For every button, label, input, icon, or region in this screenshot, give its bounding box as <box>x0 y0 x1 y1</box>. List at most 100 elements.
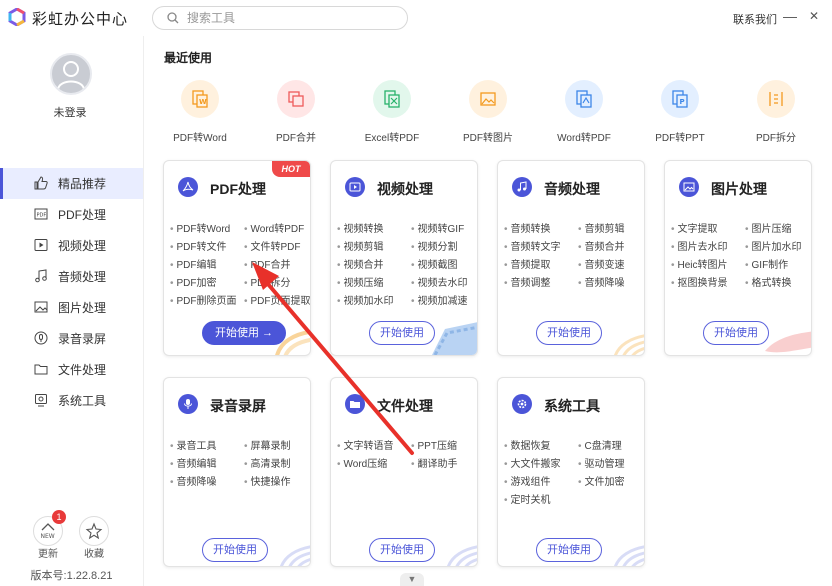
feature-game-components[interactable]: 游戏组件 <box>504 473 551 488</box>
feature-translate-assistant[interactable]: 翻译助手 <box>411 455 458 470</box>
feature-audio-clip[interactable]: 音频剪辑 <box>578 220 625 235</box>
sidebar-item-image[interactable]: 图片处理 <box>0 292 143 323</box>
recent-pdf-merge[interactable]: PDF合并 <box>248 80 344 144</box>
feature-image-remove-watermark[interactable]: 图片去水印 <box>671 238 728 253</box>
image-icon <box>679 177 699 197</box>
feature-record-tool[interactable]: 录音工具 <box>170 437 217 452</box>
feature-video-clip[interactable]: 视频剪辑 <box>337 238 384 253</box>
recent-word-to-pdf[interactable]: Word转PDF <box>536 80 632 144</box>
card-video[interactable]: 视频处理 视频转换 视频转GIF 视频剪辑 视频分割 视频合并 视频截图 视频压… <box>330 160 478 356</box>
search-box[interactable] <box>152 6 408 30</box>
feature-pdf-encrypt[interactable]: PDF加密 <box>170 274 217 289</box>
feature-audio-adjust[interactable]: 音频调整 <box>504 274 551 289</box>
sidebar-item-file[interactable]: 文件处理 <box>0 354 143 385</box>
feature-video-screenshot[interactable]: 视频截图 <box>411 256 458 271</box>
feature-heic-to-image[interactable]: Heic转图片 <box>671 256 728 271</box>
feature-pdf-split[interactable]: PDF拆分 <box>244 274 291 289</box>
feature-video-add-watermark[interactable]: 视频加水印 <box>337 292 394 307</box>
sidebar-item-audio[interactable]: 音频处理 <box>0 261 143 292</box>
feature-gif-make[interactable]: GIF制作 <box>745 256 789 271</box>
pdf-split-icon <box>757 80 795 118</box>
feature-pdf-edit[interactable]: PDF编辑 <box>170 256 217 271</box>
feature-data-recovery[interactable]: 数据恢复 <box>504 437 551 452</box>
feature-pdf-to-file[interactable]: PDF转文件 <box>170 238 227 253</box>
feature-file-to-pdf[interactable]: 文件转PDF <box>244 238 301 253</box>
system-start-button[interactable]: 开始使用 <box>536 538 602 562</box>
avatar[interactable] <box>50 53 92 95</box>
feature-file-encrypt[interactable]: 文件加密 <box>578 473 625 488</box>
favorite-button[interactable] <box>79 516 109 546</box>
feature-pdf-delete-page[interactable]: PDF删除页面 <box>170 292 237 307</box>
feature-audio-extract[interactable]: 音频提取 <box>504 256 551 271</box>
record-start-button[interactable]: 开始使用 <box>202 538 268 562</box>
feature-audio-edit[interactable]: 音频编辑 <box>170 455 217 470</box>
feature-cutout-background[interactable]: 抠图换背景 <box>671 274 728 289</box>
feature-word-to-pdf[interactable]: Word转PDF <box>244 220 305 235</box>
feature-scheduled-shutdown[interactable]: 定时关机 <box>504 491 551 506</box>
feature-video-compress[interactable]: 视频压缩 <box>337 274 384 289</box>
sidebar-item-pdf[interactable]: PDF PDF处理 <box>0 199 143 230</box>
feature-image-compress[interactable]: 图片压缩 <box>745 220 792 235</box>
monitor-icon <box>35 394 47 407</box>
thumbs-up-icon <box>34 176 48 190</box>
feature-audio-merge[interactable]: 音频合并 <box>578 238 625 253</box>
feature-text-extract[interactable]: 文字提取 <box>671 220 718 235</box>
sidebar-item-video[interactable]: 视频处理 <box>0 230 143 261</box>
feature-audio-denoise[interactable]: 音频降噪 <box>170 473 217 488</box>
feature-c-drive-clean[interactable]: C盘清理 <box>578 437 622 452</box>
recent-pdf-to-word[interactable]: W PDF转Word <box>152 80 248 144</box>
close-button[interactable]: ✕ <box>806 8 822 24</box>
feature-format-convert[interactable]: 格式转换 <box>745 274 792 289</box>
feature-driver-manage[interactable]: 驱动管理 <box>578 455 625 470</box>
feature-pdf-to-word[interactable]: PDF转Word <box>170 220 231 235</box>
feature-shortcut[interactable]: 快捷操作 <box>244 473 291 488</box>
feature-video-to-gif[interactable]: 视频转GIF <box>411 220 465 235</box>
feature-video-split[interactable]: 视频分割 <box>411 238 458 253</box>
feature-text-to-speech[interactable]: 文字转语音 <box>337 437 394 452</box>
card-image[interactable]: 图片处理 文字提取 图片压缩 图片去水印 图片加水印 Heic转图片 GIF制作… <box>664 160 812 356</box>
pdf-icon: PDF <box>34 208 48 220</box>
feature-hd-record[interactable]: 高清录制 <box>244 455 291 470</box>
recent-excel-to-pdf[interactable]: Excel转PDF <box>344 80 440 144</box>
microphone-icon <box>178 394 198 414</box>
card-system[interactable]: 系统工具 数据恢复 C盘清理 大文件搬家 驱动管理 游戏组件 文件加密 定时关机… <box>497 377 645 567</box>
card-file[interactable]: 文件处理 文字转语音 PPT压缩 Word压缩 翻译助手 开始使用 <box>330 377 478 567</box>
feature-video-speed[interactable]: 视频加减速 <box>411 292 468 307</box>
recent-pdf-split[interactable]: PDF拆分 <box>728 80 824 144</box>
feature-video-convert[interactable]: 视频转换 <box>337 220 384 235</box>
sidebar-item-record[interactable]: 录音录屏 <box>0 323 143 354</box>
feature-audio-to-text[interactable]: 音频转文字 <box>504 238 561 253</box>
recent-pdf-to-image[interactable]: PDF转图片 <box>440 80 536 144</box>
card-audio[interactable]: 音频处理 音频转换 音频剪辑 音频转文字 音频合并 音频提取 音频变速 音频调整… <box>497 160 645 356</box>
feature-audio-convert[interactable]: 音频转换 <box>504 220 551 235</box>
favorite-label: 收藏 <box>84 549 104 560</box>
recent-pdf-to-ppt[interactable]: P PDF转PPT <box>632 80 728 144</box>
feature-audio-denoise[interactable]: 音频降噪 <box>578 274 625 289</box>
new-tag: NEW <box>41 533 55 540</box>
feature-audio-speed[interactable]: 音频变速 <box>578 256 625 271</box>
sidebar-item-system[interactable]: 系统工具 <box>0 385 143 416</box>
video-icon <box>34 239 48 251</box>
sidebar-item-featured[interactable]: 精品推荐 <box>0 168 143 199</box>
sidebar-item-label: 视频处理 <box>58 239 107 253</box>
sidebar-item-label: 文件处理 <box>58 363 107 377</box>
audio-start-button[interactable]: 开始使用 <box>536 321 602 345</box>
scroll-down-handle[interactable]: ▼ <box>400 573 424 586</box>
version-label: 版本号:1.22.8.21 <box>30 570 113 582</box>
login-status[interactable]: 未登录 <box>0 104 140 120</box>
minimize-button[interactable]: — <box>782 8 798 24</box>
card-record[interactable]: 录音录屏 录音工具 屏幕录制 音频编辑 高清录制 音频降噪 快捷操作 开始使用 <box>163 377 311 567</box>
card-pdf[interactable]: HOT PDF处理 PDF转Word Word转PDF PDF转文件 文件转PD… <box>163 160 311 356</box>
file-start-button[interactable]: 开始使用 <box>369 538 435 562</box>
search-input[interactable] <box>187 10 397 26</box>
feature-image-add-watermark[interactable]: 图片加水印 <box>745 238 802 253</box>
feature-ppt-compress[interactable]: PPT压缩 <box>411 437 457 452</box>
feature-large-file-move[interactable]: 大文件搬家 <box>504 455 561 470</box>
feature-video-merge[interactable]: 视频合并 <box>337 256 384 271</box>
feature-pdf-merge[interactable]: PDF合并 <box>244 256 291 271</box>
contact-us-link[interactable]: 联系我们 <box>733 11 777 27</box>
feature-pdf-page-extract[interactable]: PDF页面提取 <box>244 292 310 307</box>
feature-word-compress[interactable]: Word压缩 <box>337 455 388 470</box>
feature-screen-record[interactable]: 屏幕录制 <box>244 437 291 452</box>
feature-video-remove-watermark[interactable]: 视频去水印 <box>411 274 468 289</box>
